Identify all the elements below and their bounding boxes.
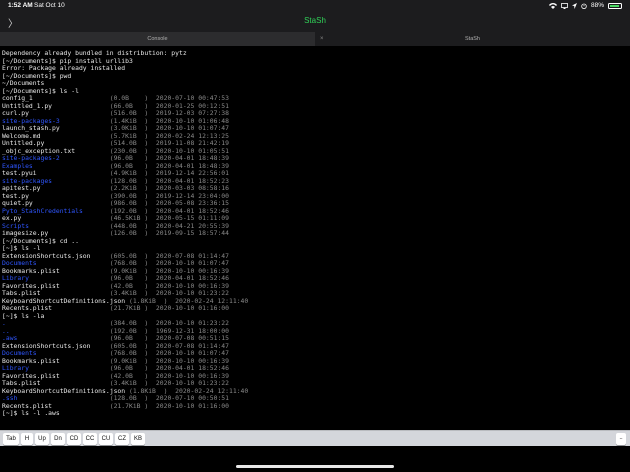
- close-tab-icon[interactable]: ×: [320, 32, 324, 46]
- terminal-line: ~/Documents: [2, 79, 628, 88]
- key-cd[interactable]: CD: [67, 433, 81, 445]
- key-tab[interactable]: Tab: [3, 433, 19, 445]
- key-up[interactable]: Up: [35, 433, 49, 445]
- battery-percent: 88%: [590, 2, 604, 9]
- terminal-line: [~]$ ls -l .aws: [2, 409, 628, 418]
- tab-bar: Console StaSh ×: [0, 32, 630, 46]
- battery-icon: [608, 2, 622, 9]
- key-dn[interactable]: Dn: [51, 433, 65, 445]
- terminal-line: Error: Package already installed: [2, 64, 628, 73]
- tab-stash[interactable]: StaSh: [315, 32, 630, 46]
- screen-mirroring-icon: [561, 2, 568, 9]
- more-keys-button[interactable]: ..: [616, 433, 626, 445]
- nav-bar: 〉 StaSh: [0, 12, 630, 32]
- alarm-icon: [581, 3, 587, 9]
- key-cu[interactable]: CU: [99, 433, 113, 445]
- nav-title: StaSh: [304, 16, 326, 25]
- battery-level: [610, 4, 619, 7]
- keyboard-accessory-bar: .. Tab H Up Dn CD CC CU CZ KB: [0, 430, 630, 446]
- file-meta: (21.7KiB ) 2020-10-10 01:16:00: [109, 304, 230, 312]
- terminal-line: imagesize.py (126.0B ) 2019-09-15 18:57:…: [2, 229, 628, 238]
- terminal-line: Recents.plist (21.7KiB ) 2020-10-10 01:1…: [2, 304, 628, 313]
- key-cz[interactable]: CZ: [115, 433, 129, 445]
- terminal-output[interactable]: Dependency already bundled in distributi…: [2, 50, 628, 425]
- tab-console[interactable]: Console: [0, 32, 315, 46]
- key-cc[interactable]: CC: [83, 433, 97, 445]
- status-date: Sat Oct 10: [34, 2, 65, 9]
- key-kb[interactable]: KB: [131, 433, 145, 445]
- terminal-line: Recents.plist (21.7KiB ) 2020-10-10 01:1…: [2, 401, 628, 411]
- status-icons: 88%: [548, 2, 622, 9]
- terminal-line: [~/Documents]$ pwd: [2, 72, 628, 81]
- terminal-text: buff(: [2, 424, 29, 425]
- wifi-icon: [548, 2, 557, 9]
- home-indicator[interactable]: [236, 465, 394, 468]
- status-time: 1:52 AM: [8, 2, 33, 9]
- terminal-text: [~]$ ls -l .aws: [2, 409, 60, 417]
- key-h[interactable]: H: [21, 433, 33, 445]
- location-icon: [571, 2, 577, 9]
- file-meta: (126.0B ) 2019-09-15 18:57:44: [109, 229, 230, 237]
- status-bar: 1:52 AM Sat Oct 10 88%: [0, 0, 630, 12]
- terminal-line: [~/Documents]$ cd ..: [2, 237, 628, 246]
- file-meta: (21.7KiB ) 2020-10-10 01:16:00: [109, 401, 230, 410]
